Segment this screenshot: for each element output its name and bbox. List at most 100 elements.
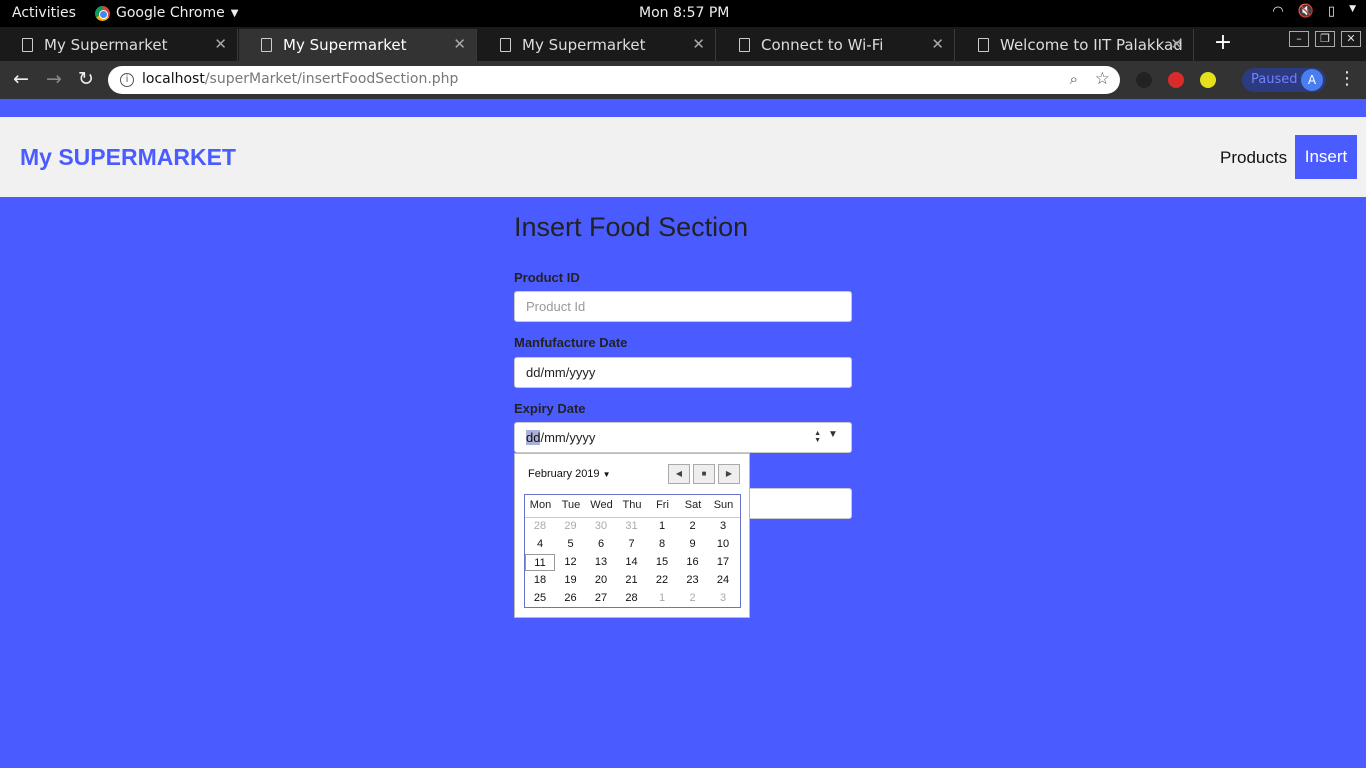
calendar-day[interactable]: 16 [678,554,708,571]
calendar-day[interactable]: 20 [586,572,616,589]
calendar-day[interactable]: 3 [708,590,738,607]
today-button[interactable]: ■ [693,464,715,484]
new-tab-button[interactable]: + [1211,32,1235,56]
menu-icon[interactable]: ⋮ [1338,70,1356,88]
close-icon[interactable]: ✕ [931,35,944,53]
calendar-day[interactable]: 14 [617,554,647,571]
app-menu[interactable]: Google Chrome ▼ [95,5,238,21]
product-id-label: Product ID [514,270,580,285]
info-icon[interactable]: i [120,73,134,87]
calendar-day[interactable]: 30 [586,518,616,535]
calendar-day[interactable]: 8 [647,536,677,553]
calendar-day[interactable]: 7 [617,536,647,553]
url-text[interactable]: localhost/superMarket/insertFoodSection.… [142,71,458,87]
tab-title: My Supermarket [44,36,168,54]
dropdown-arrow-icon[interactable]: ▼ [828,430,838,440]
weekday-header: Mon [529,499,552,511]
calendar-day[interactable]: 25 [525,590,555,607]
chrome-icon [95,5,110,21]
calendar-day[interactable]: 13 [586,554,616,571]
calendar-day[interactable]: 12 [556,554,586,571]
date-picker-popup: February 2019 ▼ ◀ ■ ▶ Mon Tue Wed Thu Fri Sat… [514,453,750,618]
chevron-down-icon: ▼ [230,7,239,19]
document-icon [261,38,272,52]
clock[interactable]: Mon 8:57 PM [639,5,729,21]
tab-title: My Supermarket [522,36,646,54]
expiry-date-input[interactable]: dd/mm/yyyy ▲ ▼ ▼ [514,422,852,453]
address-bar[interactable]: i localhost/superMarket/insertFoodSectio… [108,66,1120,94]
product-id-input[interactable]: Product Id [514,291,852,322]
calendar-day[interactable]: 21 [617,572,647,589]
calendar-day[interactable]: 9 [678,536,708,553]
calendar-day[interactable]: 19 [556,572,586,589]
calendar-day[interactable]: 29 [556,518,586,535]
calendar-day[interactable]: 27 [586,590,616,607]
tab-title: Connect to Wi-Fi [761,36,884,54]
calendar-day[interactable]: 4 [525,536,555,553]
close-icon[interactable]: ✕ [1170,35,1183,53]
reload-icon[interactable]: ↻ [74,68,98,92]
calendar-day[interactable]: 18 [525,572,555,589]
battery-icon: ▯ [1327,4,1336,19]
nav-insert-link[interactable]: Insert [1295,135,1357,179]
system-status-area[interactable]: ◠ 🔇 ▯ ▼ [1272,4,1356,19]
page-title: Insert Food Section [514,212,749,242]
tab-my-supermarket-1[interactable]: My Supermarket ✕ [0,29,238,61]
minimize-button[interactable]: – [1289,31,1309,47]
calendar-day[interactable]: 15 [647,554,677,571]
calendar-day[interactable]: 28 [617,590,647,607]
previous-month-button[interactable]: ◀ [668,464,690,484]
calendar-day[interactable]: 28 [525,518,555,535]
weekday-header: Fri [656,499,669,511]
volume-muted-icon: 🔇 [1297,4,1314,19]
calendar-day[interactable]: 23 [678,572,708,589]
weekday-header: Thu [622,499,642,511]
calendar-day[interactable]: 1 [647,518,677,535]
calendar-day[interactable]: 2 [678,518,708,535]
calendar-day[interactable]: 17 [708,554,738,571]
site-brand[interactable]: My SUPERMARKET [20,144,236,171]
tab-strip: My Supermarket ✕ My Supermarket ✕ My Sup… [0,27,1366,61]
bookmark-star-icon[interactable]: ☆ [1095,69,1110,89]
extension-icon[interactable] [1200,72,1216,88]
calendar-day[interactable]: 6 [586,536,616,553]
close-icon[interactable]: ✕ [692,35,705,53]
close-icon[interactable]: ✕ [214,35,227,53]
manufacture-date-input[interactable]: dd/mm/yyyy [514,357,852,388]
calendar-day[interactable]: 10 [708,536,738,553]
maximize-button[interactable]: ❐ [1315,31,1335,47]
date-rest: /mm/yyyy [540,430,596,445]
tab-my-supermarket-2[interactable]: My Supermarket ✕ [239,29,477,61]
calendar-day[interactable]: 26 [556,590,586,607]
calendar-day[interactable]: 31 [617,518,647,535]
calendar-day[interactable]: 24 [708,572,738,589]
spinner-icon[interactable]: ▲ ▼ [814,430,821,444]
calendar-day[interactable]: 22 [647,572,677,589]
zoom-icon[interactable]: ⌕ [1070,70,1078,88]
forward-arrow-icon[interactable]: → [42,68,66,92]
activities-button[interactable]: Activities [12,5,76,21]
back-arrow-icon[interactable]: ← [9,68,33,92]
calendar-day[interactable]: 11 [525,554,555,571]
calendar-day[interactable]: 1 [647,590,677,607]
avatar[interactable]: A [1301,69,1323,91]
extension-icon[interactable] [1136,72,1152,88]
nav-products-link[interactable]: Products [1220,148,1287,168]
calendar-day[interactable]: 3 [708,518,738,535]
document-icon [978,38,989,52]
calendar-day[interactable]: 5 [556,536,586,553]
close-icon[interactable]: ✕ [453,35,466,53]
browser-toolbar: ← → ↻ i localhost/superMarket/insertFood… [0,61,1366,99]
adblock-icon[interactable] [1168,72,1184,88]
tab-title: Welcome to IIT Palakkad [1000,36,1183,54]
chevron-down-icon: ▼ [602,470,611,479]
month-selector[interactable]: February 2019 ▼ [528,468,611,480]
tab-connect-wifi[interactable]: Connect to Wi-Fi ✕ [717,29,955,61]
tab-my-supermarket-3[interactable]: My Supermarket ✕ [478,29,716,61]
tab-iit-palakkad[interactable]: Welcome to IIT Palakkad ✕ [956,29,1194,61]
manufacture-date-label: Manfufacture Date [514,335,628,350]
day-segment[interactable]: dd [526,430,541,445]
calendar-day[interactable]: 2 [678,590,708,607]
close-window-button[interactable]: ✕ [1341,31,1361,47]
next-month-button[interactable]: ▶ [718,464,740,484]
